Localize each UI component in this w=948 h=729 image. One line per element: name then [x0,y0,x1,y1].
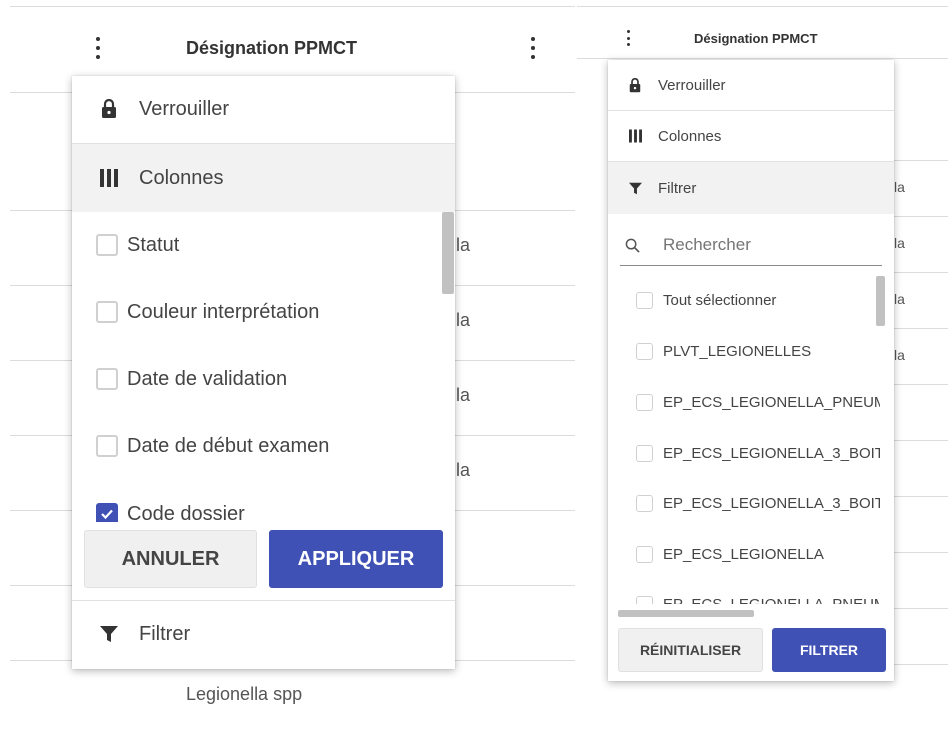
column-option-label: Date de validation [127,367,288,390]
row-divider [892,328,948,329]
horizontal-scrollbar-thumb[interactable] [618,610,754,617]
checkbox[interactable] [636,494,653,512]
column-option-label: Statut [127,233,180,256]
column-menu-panel: Verrouiller Colonnes Statut Couleur inte… [72,76,455,669]
menu-item-label: Verrouiller [139,97,230,120]
filter-option[interactable]: PLVT_LEGIONELLES [636,340,880,362]
filter-option-label: EP_ECS_LEGIONELLA [663,545,824,563]
filter-option[interactable]: EP_ECS_LEGIONELLA_PNEUMOPHILA [636,391,880,413]
checkbox[interactable] [636,393,653,411]
filter-option-label: Tout sélectionner [663,291,777,309]
reset-button[interactable]: RÉINITIALISER [618,628,763,672]
checkbox[interactable] [636,595,653,604]
filter-option[interactable]: EP_ECS_LEGIONELLA_3_BOITES [636,492,880,514]
vertical-scrollbar-thumb[interactable] [876,276,885,326]
menu-item-label: Filtrer [139,622,191,645]
search-input[interactable] [663,235,863,255]
row-divider [892,608,948,609]
filter-option-label: EP_ECS_LEGIONELLA_3_BOITES [663,444,880,462]
column-menu-icon[interactable] [92,37,104,59]
cell-text: la [894,179,905,195]
filter-option[interactable]: EP_ECS_LEGIONELLA [636,543,880,565]
menu-item-columns[interactable]: Colonnes [608,111,894,161]
lock-icon [99,97,119,121]
column-menu-icon[interactable] [527,37,539,59]
cell-text: la [894,347,905,363]
filter-search[interactable] [620,226,882,264]
filter-button[interactable]: FILTRER [772,628,886,672]
row-divider [892,440,948,441]
column-options-list[interactable]: Statut Couleur interprétation Date de va… [72,212,455,522]
row-divider [892,664,948,665]
column-option-label: Code dossier [127,502,245,523]
menu-item-filter[interactable]: Filtrer [608,162,894,214]
cell-text: la [456,385,471,405]
menu-item-label: Filtrer [658,179,697,197]
checkbox[interactable] [636,291,653,309]
checkbox[interactable] [96,234,118,256]
search-icon [625,238,645,253]
menu-item-columns[interactable]: Colonnes [72,144,455,212]
apply-button[interactable]: APPLIQUER [269,530,443,588]
row-divider [577,6,948,7]
checkbox[interactable] [96,368,118,390]
menu-item-label: Colonnes [139,166,224,189]
column-menu-icon[interactable] [622,30,634,46]
lock-icon [628,76,642,94]
column-option[interactable]: Date de début examen [96,433,436,459]
scrollbar-thumb[interactable] [442,212,454,294]
cell-text: la [456,310,471,330]
filter-option[interactable]: EP_ECS_LEGIONELLA_3_BOITES [636,442,880,464]
row-divider [577,58,948,59]
menu-item-label: Colonnes [658,127,722,145]
search-underline [620,265,882,266]
column-option[interactable]: Statut [96,232,436,258]
checkbox[interactable] [96,301,118,323]
column-option-label: Couleur interprétation [127,300,320,323]
check-icon [101,509,113,520]
columns-icon [99,166,119,190]
cell-text: la [456,460,471,480]
filter-option[interactable]: Tout sélectionner [636,289,880,311]
cancel-button[interactable]: ANNULER [84,530,257,588]
filter-values-list[interactable]: Tout sélectionner PLVT_LEGIONELLES EP_EC… [608,274,880,604]
checkbox[interactable] [636,444,653,462]
filter-option-label: PLVT_LEGIONELLES [663,342,812,360]
row-divider [892,160,948,161]
menu-item-label: Verrouiller [658,76,726,94]
row-divider [892,272,948,273]
row-divider [892,216,948,217]
menu-item-filter[interactable]: Filtrer [72,601,455,667]
column-header-title: Désignation PPMCT [186,38,358,58]
menu-item-lock[interactable]: Verrouiller [72,76,455,142]
filter-option-label: EP_ECS_LEGIONELLA_PNEUMOPHILA [663,393,880,411]
column-header-title: Désignation PPMCT [694,31,818,46]
column-option[interactable]: Code dossier [96,501,436,522]
cell-text: la [456,235,471,255]
filter-icon [628,179,642,197]
filter-option-label: EP_ECS_LEGIONELLA_PNEUMOPHILA [663,595,880,605]
cell-text: la [894,235,905,251]
filter-option[interactable]: EP_ECS_LEGIONELLA_PNEUMOPHILA [636,593,880,604]
filter-icon [99,622,119,646]
filter-option-label: EP_ECS_LEGIONELLA_3_BOITES [663,494,880,512]
row-divider [892,552,948,553]
menu-item-lock[interactable]: Verrouiller [608,60,894,110]
cell-text: la [894,291,905,307]
checkbox-checked[interactable] [96,503,118,522]
checkbox[interactable] [636,545,653,563]
columns-icon [628,127,642,145]
row-divider [892,384,948,385]
column-option-label: Date de début examen [127,434,330,457]
row-divider [10,6,575,7]
column-option[interactable]: Date de validation [96,366,436,392]
checkbox[interactable] [636,342,653,360]
cell-text: Legionella spp [186,684,303,704]
checkbox[interactable] [96,435,118,457]
row-divider [892,496,948,497]
column-option[interactable]: Couleur interprétation [96,299,436,325]
filter-menu-panel: Verrouiller Colonnes Filtrer Rechercher … [608,60,894,681]
